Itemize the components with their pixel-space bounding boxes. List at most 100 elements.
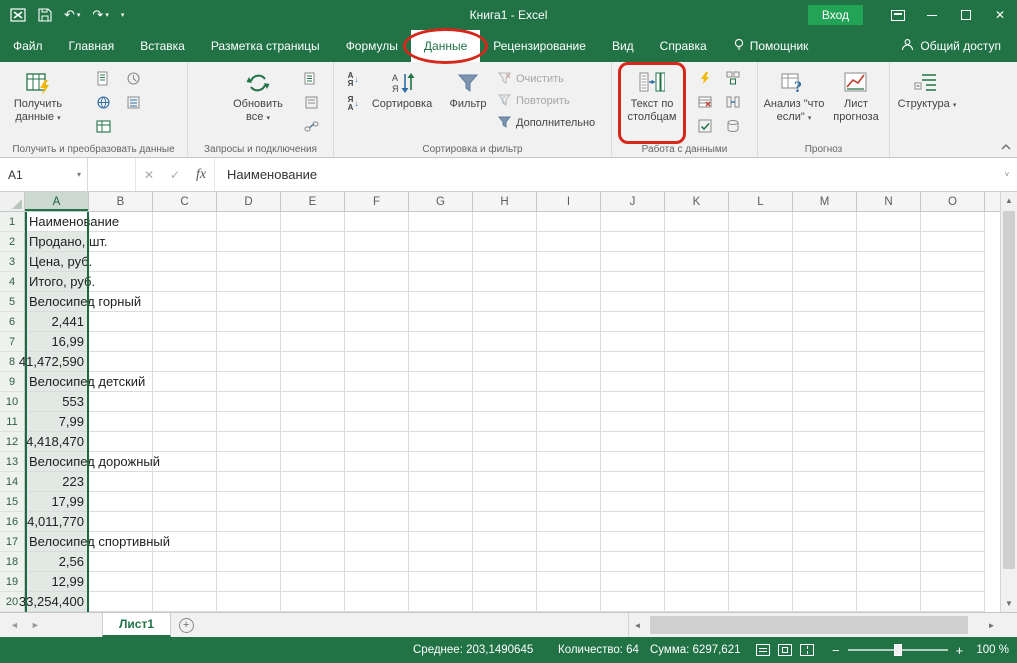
cell-I8[interactable] bbox=[537, 352, 601, 372]
cell-C12[interactable] bbox=[153, 432, 217, 452]
cell-B16[interactable] bbox=[89, 512, 153, 532]
cell-E3[interactable] bbox=[281, 252, 345, 272]
cell-F19[interactable] bbox=[345, 572, 409, 592]
cell-E9[interactable] bbox=[281, 372, 345, 392]
cell-J11[interactable] bbox=[601, 412, 665, 432]
cell-O9[interactable] bbox=[921, 372, 985, 392]
cell-N15[interactable] bbox=[857, 492, 921, 512]
cell-N2[interactable] bbox=[857, 232, 921, 252]
cell-F4[interactable] bbox=[345, 272, 409, 292]
cell-H2[interactable] bbox=[473, 232, 537, 252]
cell-J14[interactable] bbox=[601, 472, 665, 492]
zoom-in-button[interactable]: + bbox=[956, 643, 964, 658]
cell-I16[interactable] bbox=[537, 512, 601, 532]
cell-J9[interactable] bbox=[601, 372, 665, 392]
cell-B14[interactable] bbox=[89, 472, 153, 492]
cell-B15[interactable] bbox=[89, 492, 153, 512]
tab-help[interactable]: Справка bbox=[647, 30, 720, 62]
cell-M15[interactable] bbox=[793, 492, 857, 512]
cell-I7[interactable] bbox=[537, 332, 601, 352]
cell-G13[interactable] bbox=[409, 452, 473, 472]
cell-I11[interactable] bbox=[537, 412, 601, 432]
cell-G14[interactable] bbox=[409, 472, 473, 492]
cell-L13[interactable] bbox=[729, 452, 793, 472]
cell-C11[interactable] bbox=[153, 412, 217, 432]
advanced-filter-button[interactable]: Дополнительно bbox=[497, 113, 595, 133]
cell-H12[interactable] bbox=[473, 432, 537, 452]
row-header-9[interactable]: 9 bbox=[0, 372, 25, 392]
cell-F16[interactable] bbox=[345, 512, 409, 532]
cell-L14[interactable] bbox=[729, 472, 793, 492]
minimize-button[interactable] bbox=[915, 0, 949, 30]
cell-M7[interactable] bbox=[793, 332, 857, 352]
cell-H18[interactable] bbox=[473, 552, 537, 572]
cell-K4[interactable] bbox=[665, 272, 729, 292]
cell-O1[interactable] bbox=[921, 212, 985, 232]
tab-data[interactable]: Данные bbox=[402, 28, 489, 64]
cell-D15[interactable] bbox=[217, 492, 281, 512]
cell-M11[interactable] bbox=[793, 412, 857, 432]
cell-C1[interactable] bbox=[153, 212, 217, 232]
column-header-G[interactable]: G bbox=[409, 192, 473, 211]
cell-F3[interactable] bbox=[345, 252, 409, 272]
cell-L10[interactable] bbox=[729, 392, 793, 412]
cell-A8[interactable]: 41,472,590 bbox=[19, 352, 89, 372]
recent-sources-button[interactable] bbox=[122, 68, 144, 88]
column-header-O[interactable]: O bbox=[921, 192, 985, 211]
tab-review[interactable]: Рецензирование bbox=[480, 30, 599, 62]
column-header-C[interactable]: C bbox=[153, 192, 217, 211]
cell-A6[interactable]: 2,441 bbox=[25, 312, 89, 332]
cell-H1[interactable] bbox=[473, 212, 537, 232]
cell-F20[interactable] bbox=[345, 592, 409, 612]
cell-O17[interactable] bbox=[921, 532, 985, 552]
cell-E7[interactable] bbox=[281, 332, 345, 352]
cell-D17[interactable] bbox=[217, 532, 281, 552]
cell-E18[interactable] bbox=[281, 552, 345, 572]
cell-O19[interactable] bbox=[921, 572, 985, 592]
cell-O15[interactable] bbox=[921, 492, 985, 512]
cell-L7[interactable] bbox=[729, 332, 793, 352]
column-header-K[interactable]: K bbox=[665, 192, 729, 211]
cell-N14[interactable] bbox=[857, 472, 921, 492]
cell-D14[interactable] bbox=[217, 472, 281, 492]
cell-H13[interactable] bbox=[473, 452, 537, 472]
cell-K19[interactable] bbox=[665, 572, 729, 592]
tab-formulas[interactable]: Формулы bbox=[333, 30, 411, 62]
cell-L2[interactable] bbox=[729, 232, 793, 252]
cell-M4[interactable] bbox=[793, 272, 857, 292]
cell-A5[interactable]: Велосипед горный bbox=[25, 292, 141, 312]
cell-H9[interactable] bbox=[473, 372, 537, 392]
cell-K2[interactable] bbox=[665, 232, 729, 252]
horizontal-scroll-thumb[interactable] bbox=[650, 616, 968, 634]
row-header-15[interactable]: 15 bbox=[0, 492, 25, 512]
cell-K17[interactable] bbox=[665, 532, 729, 552]
cell-I14[interactable] bbox=[537, 472, 601, 492]
consolidate-button[interactable] bbox=[722, 68, 744, 88]
cell-F8[interactable] bbox=[345, 352, 409, 372]
remove-duplicates-button[interactable] bbox=[694, 92, 716, 112]
cell-E1[interactable] bbox=[281, 212, 345, 232]
cell-M18[interactable] bbox=[793, 552, 857, 572]
cell-J7[interactable] bbox=[601, 332, 665, 352]
cell-M5[interactable] bbox=[793, 292, 857, 312]
cell-G9[interactable] bbox=[409, 372, 473, 392]
cell-K15[interactable] bbox=[665, 492, 729, 512]
cell-G17[interactable] bbox=[409, 532, 473, 552]
cell-C18[interactable] bbox=[153, 552, 217, 572]
row-header-18[interactable]: 18 bbox=[0, 552, 25, 572]
cell-A7[interactable]: 16,99 bbox=[25, 332, 89, 352]
cell-D3[interactable] bbox=[217, 252, 281, 272]
cell-F18[interactable] bbox=[345, 552, 409, 572]
zoom-slider[interactable] bbox=[847, 644, 948, 656]
page-break-preview-button[interactable] bbox=[796, 637, 818, 663]
cell-N12[interactable] bbox=[857, 432, 921, 452]
cell-E4[interactable] bbox=[281, 272, 345, 292]
page-layout-view-button[interactable] bbox=[774, 637, 796, 663]
relationships-button[interactable] bbox=[722, 92, 744, 112]
text-to-columns-button[interactable]: Текст по столбцам bbox=[618, 62, 686, 144]
cell-G16[interactable] bbox=[409, 512, 473, 532]
cell-C8[interactable] bbox=[153, 352, 217, 372]
cell-O6[interactable] bbox=[921, 312, 985, 332]
cell-E11[interactable] bbox=[281, 412, 345, 432]
clear-filter-button[interactable]: Очистить bbox=[497, 69, 595, 89]
